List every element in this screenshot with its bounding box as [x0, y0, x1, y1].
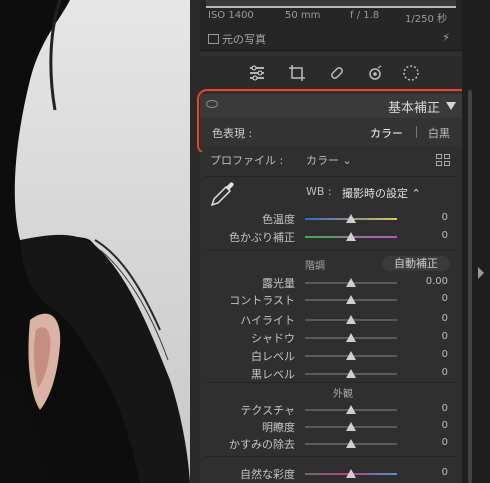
exif-aperture: f / 1.8 [350, 10, 380, 21]
slider-knob[interactable] [346, 469, 356, 478]
shadows-slider[interactable] [305, 333, 397, 342]
highlight-annotation [197, 89, 472, 155]
slider-knob[interactable] [346, 295, 356, 304]
scroll-thumb[interactable] [468, 90, 472, 483]
redeye-icon[interactable] [366, 64, 384, 82]
profile-browser-icon[interactable] [436, 154, 450, 166]
wb-dropdown[interactable]: 撮影時の設定 ⌃ [342, 185, 421, 201]
slider-label-dehaze: かすみの除去 [229, 438, 295, 451]
slider-label-highlights: ハイライト [240, 314, 295, 327]
slider-knob[interactable] [346, 278, 356, 287]
blacks-slider[interactable] [305, 369, 397, 378]
auto-tone-button[interactable]: 自動補正 [382, 256, 450, 271]
exif-iso: ISO 1400 [208, 10, 254, 21]
divider [205, 456, 457, 457]
expand-right-icon[interactable] [478, 267, 484, 279]
profile-label: プロファイル : [210, 154, 284, 167]
divider [205, 382, 457, 383]
slider-knob[interactable] [346, 369, 356, 378]
profile-row: プロファイル : カラー ⌄ [200, 152, 462, 174]
slider-value-highlights[interactable]: 0 [408, 313, 448, 324]
divider [205, 176, 457, 177]
slider-label-whites: 白レベル [251, 350, 295, 363]
original-photo-row: 元の写真 ⚡ [200, 28, 462, 51]
slider-label-shadows: シャドウ [251, 332, 295, 345]
slider-label-texture: テクスチャ [240, 404, 295, 417]
exif-shutter: 1/250 秒 [405, 14, 447, 25]
crop-icon[interactable] [288, 64, 306, 82]
sliders-icon[interactable] [248, 64, 266, 82]
lightning-icon[interactable]: ⚡ [442, 31, 450, 44]
vibrance-slider[interactable] [305, 469, 397, 478]
original-photo-checkbox[interactable] [208, 34, 219, 44]
slider-label-clarity: 明瞭度 [262, 421, 295, 434]
slider-value-shadows[interactable]: 0 [408, 331, 448, 342]
slider-value-vibrance[interactable]: 0 [408, 467, 448, 478]
slider-knob[interactable] [346, 214, 356, 223]
texture-slider[interactable] [305, 405, 397, 414]
healing-icon[interactable] [328, 64, 346, 82]
slider-knob[interactable] [346, 232, 356, 241]
slider-value-contrast[interactable]: 0 [408, 293, 448, 304]
slider-value-blacks[interactable]: 0 [408, 367, 448, 378]
tool-strip [200, 56, 462, 91]
highlights-slider[interactable] [305, 315, 397, 324]
profile-dropdown[interactable]: カラー ⌄ [306, 152, 352, 168]
slider-value-whites[interactable]: 0 [408, 349, 448, 360]
slider-value-tint[interactable]: 0 [408, 230, 448, 241]
exposure-slider[interactable] [305, 278, 397, 287]
wb-label: WB : [306, 185, 332, 198]
slider-knob[interactable] [346, 315, 356, 324]
mask-icon[interactable] [402, 64, 420, 82]
tone-group-title: 階調 [305, 261, 325, 272]
slider-knob[interactable] [346, 351, 356, 360]
exif-focal: 50 mm [285, 10, 321, 21]
slider-label-contrast: コントラスト [229, 294, 295, 307]
slider-knob[interactable] [346, 333, 356, 342]
clarity-slider[interactable] [305, 422, 397, 431]
slider-value-clarity[interactable]: 0 [408, 420, 448, 431]
slider-label-temp: 色温度 [262, 213, 295, 226]
slider-knob[interactable] [346, 439, 356, 448]
tint-slider[interactable] [305, 232, 397, 241]
presence-group-title: 外観 [333, 389, 353, 400]
divider [205, 250, 457, 251]
dehaze-slider[interactable] [305, 439, 397, 448]
original-photo-label: 元の写真 [222, 33, 266, 46]
histogram [206, 0, 456, 8]
slider-value-texture[interactable]: 0 [408, 403, 448, 414]
whites-slider[interactable] [305, 351, 397, 360]
slider-knob[interactable] [346, 422, 356, 431]
slider-value-dehaze[interactable]: 0 [408, 437, 448, 448]
slider-label-exposure: 露光量 [262, 277, 295, 290]
slider-label-vibrance: 自然な彩度 [240, 468, 295, 481]
eyedropper-icon[interactable] [208, 178, 238, 208]
scrollbar[interactable] [462, 0, 490, 483]
temp-slider[interactable] [305, 214, 397, 223]
slider-knob[interactable] [346, 405, 356, 414]
slider-value-exposure[interactable]: 0.00 [408, 276, 448, 287]
slider-label-tint: 色かぶり補正 [229, 231, 295, 244]
photo-preview [0, 0, 190, 483]
slider-value-temp[interactable]: 0 [408, 212, 448, 223]
slider-label-blacks: 黒レベル [251, 368, 295, 381]
contrast-slider[interactable] [305, 295, 397, 304]
